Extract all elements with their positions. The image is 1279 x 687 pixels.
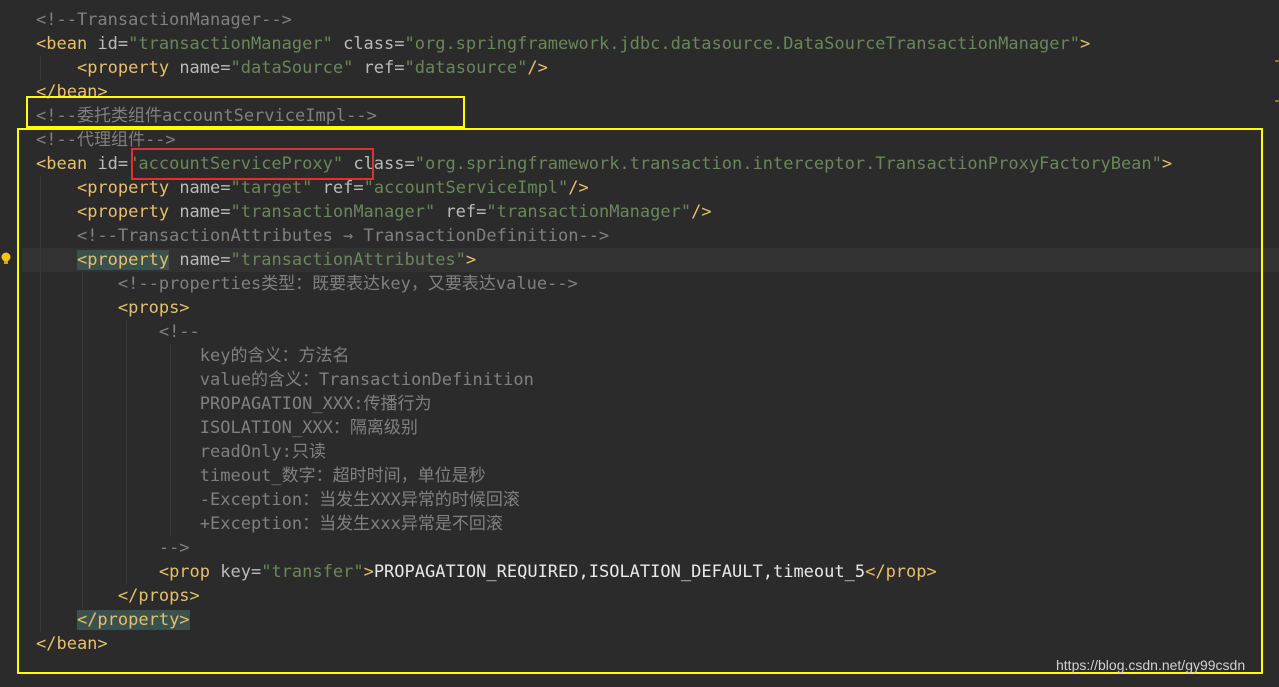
scroll-marker[interactable] xyxy=(1275,100,1279,102)
attr-value: "dataSource" xyxy=(230,58,354,78)
attr-name: class= xyxy=(332,34,405,54)
code-line[interactable]: <property name="dataSource" ref="datasou… xyxy=(36,56,548,80)
tag-close: /> xyxy=(527,58,548,78)
tag-open: <property xyxy=(76,58,170,78)
attr-value: "transactionManager" xyxy=(128,34,333,54)
proxy-bean-highlight-box xyxy=(17,128,1263,674)
proxy-id-highlight-box xyxy=(131,148,374,180)
watermark: https://blog.csdn.net/gy99csdn xyxy=(1056,657,1246,673)
tag-close: > xyxy=(1080,34,1091,54)
lightbulb-icon[interactable] xyxy=(1,252,11,266)
attr-value: "org.springframework.jdbc.datasource.Dat… xyxy=(404,34,1081,54)
code-editor[interactable]: <!--TransactionManager--> <bean id="trans… xyxy=(0,0,1279,687)
scroll-marker[interactable] xyxy=(1275,60,1279,62)
attr-name: ref= xyxy=(353,58,405,78)
code-line[interactable]: <!--TransactionManager--> xyxy=(36,8,292,32)
tag-open: <bean xyxy=(36,34,88,54)
delegate-comment-highlight-box xyxy=(26,96,465,128)
code-line[interactable]: <bean id="transactionManager" class="org… xyxy=(36,32,1090,56)
comment: <!--TransactionManager--> xyxy=(36,10,292,30)
attr-value: "datasource" xyxy=(404,58,528,78)
attr-name: name= xyxy=(169,58,231,78)
attr-name: id= xyxy=(87,34,129,54)
